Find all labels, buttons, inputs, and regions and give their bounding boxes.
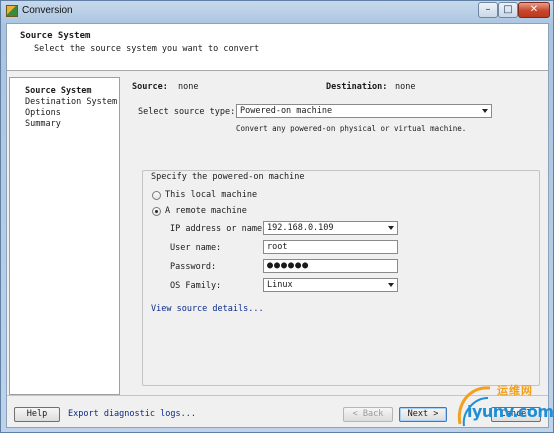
destination-value: none <box>395 82 416 92</box>
maximize-button[interactable]: □ <box>498 2 518 18</box>
window-title: Conversion <box>22 5 73 16</box>
remote-machine-radio[interactable] <box>152 207 161 216</box>
sidebar-item-options[interactable]: Options <box>25 108 61 118</box>
help-button[interactable]: Help <box>14 407 60 422</box>
next-button[interactable]: Next > <box>399 407 447 422</box>
ip-address-value: 192.168.0.109 <box>267 223 334 233</box>
remote-machine-label[interactable]: A remote machine <box>165 206 247 216</box>
chevron-down-icon <box>388 283 394 287</box>
conversion-app-icon <box>6 5 18 17</box>
source-type-value: Powered-on machine <box>240 106 333 116</box>
export-diagnostic-logs-link[interactable]: Export diagnostic logs... <box>68 409 196 419</box>
page-title: Source System <box>20 31 91 41</box>
conversion-window: Conversion – □ ✕ Source System Select th… <box>0 0 554 433</box>
close-button[interactable]: ✕ <box>518 2 550 18</box>
source-label: Source: <box>132 82 168 92</box>
local-machine-label[interactable]: This local machine <box>165 190 257 200</box>
os-family-select[interactable]: Linux <box>263 278 398 292</box>
back-button[interactable]: < Back <box>343 407 393 422</box>
wizard-footer: Help Export diagnostic logs... < Back Ne… <box>7 395 548 427</box>
view-source-details-link[interactable]: View source details... <box>151 304 264 314</box>
cancel-button[interactable]: Cancel <box>491 407 541 422</box>
wizard-client-area: Source System Select the source system y… <box>6 23 549 428</box>
os-family-label: OS Family: <box>170 281 222 291</box>
group-title: Specify the powered-on machine <box>151 172 305 182</box>
source-value: none <box>178 82 199 92</box>
destination-label: Destination: <box>326 82 388 92</box>
os-family-value: Linux <box>267 280 293 290</box>
sidebar-item-source-system[interactable]: Source System <box>25 86 92 96</box>
password-label: Password: <box>170 262 217 272</box>
chevron-down-icon <box>482 109 488 113</box>
local-machine-radio[interactable] <box>152 191 161 200</box>
wizard-header: Source System Select the source system y… <box>7 24 548 71</box>
page-subtitle: Select the source system you want to con… <box>34 44 260 54</box>
wizard-steps-sidebar: Source System Destination System Options… <box>9 77 120 395</box>
user-name-field[interactable]: root <box>263 240 398 254</box>
user-name-label: User name: <box>170 243 222 253</box>
powered-on-groupbox: Specify the powered-on machine This loca… <box>142 170 540 386</box>
wizard-content: Source: none Destination: none Select so… <box>125 75 547 395</box>
password-field[interactable]: ●●●●●● <box>263 259 398 273</box>
title-bar[interactable]: Conversion – □ ✕ <box>1 1 553 21</box>
source-type-select[interactable]: Powered-on machine <box>236 104 492 118</box>
ip-address-label: IP address or name: <box>170 224 268 234</box>
source-type-label: Select source type: <box>138 107 236 117</box>
sidebar-item-summary[interactable]: Summary <box>25 119 61 129</box>
ip-address-combobox[interactable]: 192.168.0.109 <box>263 221 398 235</box>
user-name-value: root <box>267 242 288 252</box>
sidebar-item-destination-system[interactable]: Destination System <box>10 97 117 107</box>
minimize-button[interactable]: – <box>478 2 498 18</box>
chevron-down-icon <box>388 226 394 230</box>
source-type-hint: Convert any powered-on physical or virtu… <box>236 124 467 133</box>
password-value: ●●●●●● <box>267 260 310 271</box>
